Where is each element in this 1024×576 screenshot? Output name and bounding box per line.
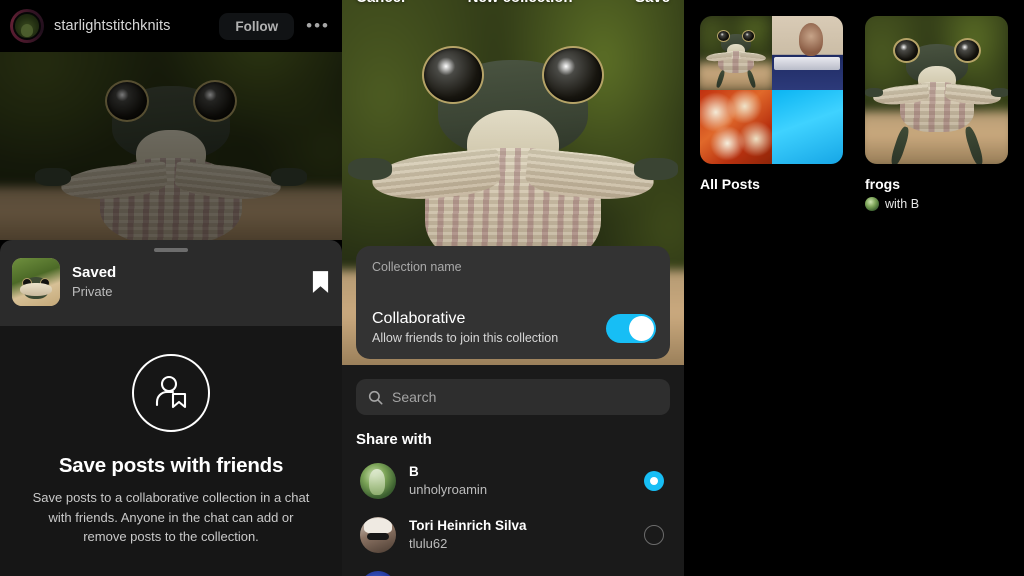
- save-button[interactable]: Save: [635, 0, 670, 5]
- saved-bottom-sheet: Saved Private: [0, 240, 342, 326]
- collection-settings-card: Collection name Collaborative Allow frie…: [356, 246, 670, 359]
- search-placeholder: Search: [392, 389, 437, 405]
- select-radio[interactable]: [644, 525, 664, 545]
- collection-cover-grid: [700, 16, 843, 164]
- avatar: [360, 571, 396, 576]
- select-radio[interactable]: [644, 471, 664, 491]
- collaborator-label: with B: [885, 197, 920, 211]
- list-item[interactable]: Tori Heinrich Silva tlulu62: [356, 508, 670, 562]
- follow-button[interactable]: Follow: [219, 12, 295, 40]
- cancel-button[interactable]: Cancel: [356, 0, 405, 5]
- search-icon: [368, 390, 383, 404]
- list-item[interactable]: [356, 562, 670, 576]
- avatar: [360, 463, 396, 499]
- collection-card-all-posts[interactable]: All Posts: [700, 16, 843, 211]
- person-handle: tlulu62: [409, 536, 448, 552]
- collection-label: All Posts: [700, 176, 760, 192]
- username-label[interactable]: starlightstitchknits: [54, 18, 209, 34]
- app-screenshot: starlightstitchknits Follow ••• Saved Pr…: [0, 0, 1024, 576]
- person-handle: unholyroamin: [409, 482, 488, 498]
- search-input[interactable]: Search: [356, 379, 670, 415]
- saved-thumbnail: [12, 258, 60, 306]
- person-name: Tori Heinrich Silva: [409, 518, 527, 534]
- empty-state-heading: Save posts with friends: [58, 454, 284, 477]
- share-section: Search Share with B unholyroamin Tori He…: [342, 365, 684, 576]
- avatar: [360, 517, 396, 553]
- saved-privacy-label: Private: [72, 283, 113, 299]
- left-panel-post-view: starlightstitchknits Follow ••• Saved Pr…: [0, 0, 342, 576]
- post-header: starlightstitchknits Follow •••: [0, 0, 342, 52]
- collection-card-frogs[interactable]: frogs with B: [865, 16, 1008, 211]
- person-name: B: [409, 464, 419, 480]
- empty-state-panel: Save posts with friends Save posts to a …: [0, 326, 342, 576]
- more-options-icon[interactable]: •••: [304, 16, 332, 36]
- middle-panel-new-collection: Cancel New collection Save Collection na…: [342, 0, 684, 576]
- collection-cover-photo: [865, 16, 1008, 164]
- collaborative-description: Allow friends to join this collection: [372, 331, 559, 346]
- avatar[interactable]: [10, 9, 44, 43]
- page-title: New collection: [468, 0, 573, 5]
- saved-collection-row[interactable]: Saved Private: [0, 252, 342, 306]
- collaborative-toggle[interactable]: [606, 313, 656, 343]
- collection-name-input[interactable]: Collection name: [372, 260, 654, 274]
- avatar: [865, 197, 879, 211]
- new-collection-topbar: Cancel New collection Save: [342, 0, 684, 9]
- collaborative-label: Collaborative: [372, 310, 466, 328]
- collection-collaborator: with B: [865, 197, 1008, 211]
- collection-label: frogs: [865, 176, 900, 192]
- right-panel-collections: All Posts frogs with B: [684, 0, 1024, 576]
- empty-state-body: Save posts to a collaborative collection…: [32, 490, 310, 544]
- share-with-heading: Share with: [356, 431, 432, 448]
- bookmark-icon[interactable]: [311, 270, 330, 294]
- saved-title: Saved: [72, 263, 117, 281]
- person-bookmark-icon: [132, 354, 210, 432]
- list-item[interactable]: B unholyroamin: [356, 454, 670, 508]
